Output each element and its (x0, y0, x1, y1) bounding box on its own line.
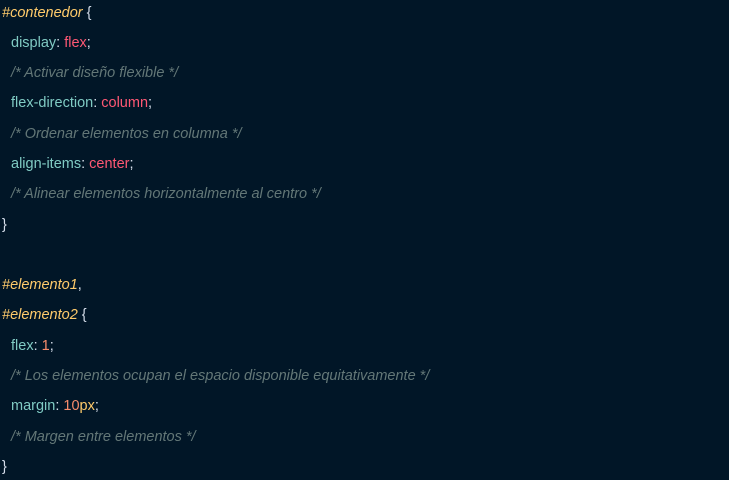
brace-open: { (82, 5, 92, 21)
brace-open: { (77, 307, 87, 323)
code-line-13: /* Los elementos ocupan el espacio dispo… (2, 365, 429, 387)
brace-close: } (2, 459, 7, 475)
comment-direction: /* Ordenar elementos en columna */ (11, 126, 242, 142)
comment-align: /* Alinear elementos horizontalmente al … (11, 186, 321, 202)
code-line-14: margin: 10px; (11, 398, 99, 414)
code-line-2: display: flex; (11, 35, 91, 51)
property-align-items: align-items (11, 156, 82, 172)
code-line-1: #contenedor { (2, 2, 92, 24)
comment-display: /* Activar diseño flexible */ (11, 65, 179, 81)
value-flex-number: 1 (41, 338, 50, 354)
value-flex: flex (64, 35, 87, 51)
comment-flex: /* Los elementos ocupan el espacio dispo… (11, 368, 430, 384)
code-line-4: flex-direction: column; (11, 95, 153, 111)
selector-elemento2: #elemento2 (2, 307, 78, 323)
code-line-12: flex: 1; (11, 338, 54, 354)
code-line-16: } (2, 456, 7, 478)
code-editor[interactable]: #contenedor { display: flex; /* Activar … (0, 0, 729, 480)
value-column: column (101, 95, 149, 111)
property-flex-direction: flex-direction (11, 95, 94, 111)
code-line-5: /* Ordenar elementos en columna */ (2, 123, 242, 145)
comment-margin: /* Margen entre elementos */ (11, 429, 196, 445)
selector-elemento1: #elemento1 (2, 277, 78, 293)
code-line-6: align-items: center; (11, 156, 134, 172)
code-line-11: #elemento2 { (2, 304, 87, 326)
property-flex: flex (11, 338, 34, 354)
code-line-8: } (2, 214, 7, 236)
code-line-7: /* Alinear elementos horizontalmente al … (2, 183, 321, 205)
code-line-10: #elemento1, (2, 277, 82, 293)
value-margin-unit: px (79, 398, 95, 414)
code-line-15: /* Margen entre elementos */ (2, 426, 196, 448)
property-display: display (11, 35, 57, 51)
brace-close: } (2, 217, 7, 233)
property-margin: margin (11, 398, 56, 414)
selector-contenedor: #contenedor (2, 5, 83, 21)
value-margin-number: 10 (63, 398, 80, 414)
code-line-3: /* Activar diseño flexible */ (2, 62, 178, 84)
value-center: center (89, 156, 130, 172)
